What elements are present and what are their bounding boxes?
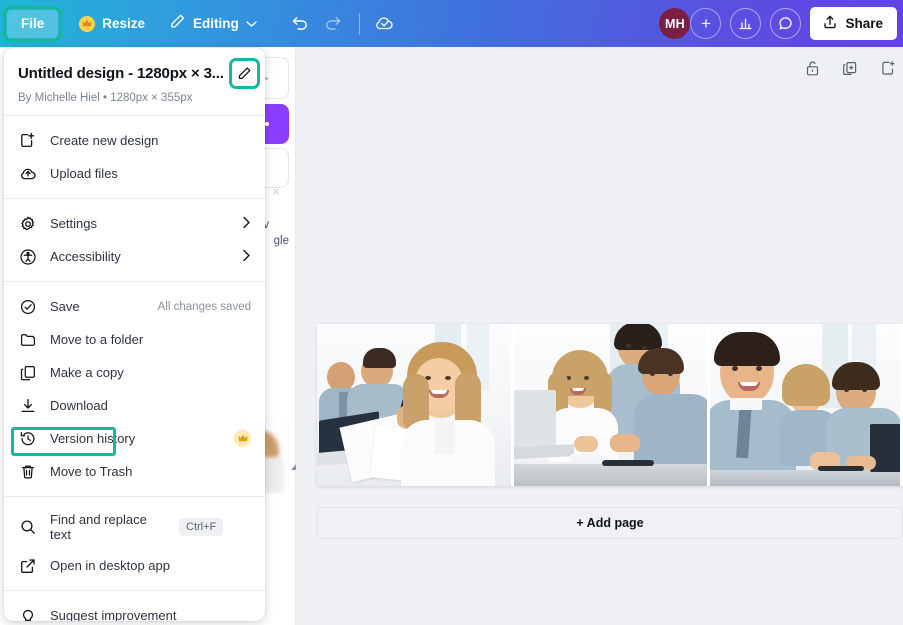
share-label: Share — [845, 16, 883, 31]
menu-item-label: Open in desktop app — [50, 558, 170, 573]
design-title: Untitled design - 1280px × 3... — [18, 65, 224, 82]
app-root: × v gle + Add page File Resize Editing M… — [0, 0, 903, 625]
design-page[interactable] — [317, 324, 903, 486]
toolbar-left-group: File Resize Editing — [0, 0, 401, 47]
menu-group-settings: Settings Accessibility — [4, 199, 265, 281]
menu-item-label: Upload files — [50, 166, 118, 181]
external-link-icon — [18, 557, 37, 575]
menu-item-download[interactable]: Download — [4, 389, 265, 422]
menu-item-accessibility[interactable]: Accessibility — [4, 240, 265, 273]
comments-button[interactable] — [770, 8, 802, 39]
menu-group-create: Create new design Upload files — [4, 116, 265, 198]
top-toolbar: File Resize Editing MH + Share — [0, 0, 903, 47]
gear-icon — [18, 215, 37, 233]
menu-item-label: Create new design — [50, 133, 159, 148]
chevron-down-icon — [246, 16, 257, 32]
menu-item-label: Suggest improvement — [50, 608, 177, 621]
menu-group-tools: Find and replace text Ctrl+F Open in des… — [4, 497, 265, 590]
pro-crown-icon — [234, 430, 251, 447]
menu-item-label: Move to a folder — [50, 332, 144, 347]
upload-cloud-icon — [18, 165, 37, 183]
pencil-icon — [169, 13, 186, 34]
menu-group-file-actions: Save All changes saved Move to a folder — [4, 282, 265, 496]
save-status: All changes saved — [157, 300, 251, 313]
menu-group-feedback: Suggest improvement — [4, 591, 265, 621]
menu-item-find-and-replace[interactable]: Find and replace text Ctrl+F — [4, 505, 265, 549]
toolbar-right-group: MH + Share — [659, 7, 903, 40]
menu-item-label: Accessibility — [50, 249, 121, 264]
editing-label: Editing — [193, 15, 239, 31]
lightbulb-icon — [18, 607, 37, 621]
history-icon — [18, 430, 37, 448]
unlock-icon[interactable] — [802, 58, 822, 78]
file-dropdown-menu: Untitled design - 1280px × 3... By Miche… — [4, 48, 265, 621]
menu-item-create-new-design[interactable]: Create new design — [4, 124, 265, 157]
cloud-check-icon — [18, 298, 37, 316]
add-page-button[interactable]: + Add page — [317, 507, 903, 539]
menu-item-label: Version history — [50, 431, 136, 446]
crown-icon — [79, 15, 96, 32]
search-icon — [18, 518, 37, 536]
menu-header: Untitled design - 1280px × 3... By Miche… — [4, 48, 265, 115]
menu-item-make-a-copy[interactable]: Make a copy — [4, 356, 265, 389]
new-design-icon — [18, 132, 37, 149]
design-subtitle: By Michelle Hiel • 1280px × 355px — [18, 92, 193, 104]
menu-item-move-to-folder[interactable]: Move to a folder — [4, 323, 265, 356]
canvas-area[interactable]: + Add page — [296, 47, 903, 625]
undo-button[interactable] — [284, 8, 316, 40]
edit-title-button[interactable] — [228, 58, 260, 89]
list-item[interactable] — [707, 324, 900, 486]
folder-icon — [18, 331, 37, 349]
list-item[interactable] — [511, 324, 707, 486]
chevron-right-icon — [242, 249, 251, 265]
insights-button[interactable] — [730, 8, 762, 39]
menu-item-settings[interactable]: Settings — [4, 207, 265, 240]
menu-item-label: Save — [50, 299, 80, 314]
menu-item-label: Move to Trash — [50, 464, 133, 479]
add-collaborator-button[interactable]: + — [690, 8, 722, 39]
toolbar-divider — [358, 12, 360, 35]
page-tools — [802, 58, 898, 78]
download-icon — [18, 397, 37, 415]
share-upload-icon — [822, 14, 838, 33]
menu-item-label: Make a copy — [50, 365, 124, 380]
menu-item-label: Find and replace text — [50, 512, 147, 542]
menu-item-label: Download — [50, 398, 108, 413]
menu-item-move-to-trash[interactable]: Move to Trash — [4, 455, 265, 488]
list-item[interactable] — [317, 324, 511, 486]
menu-item-save[interactable]: Save All changes saved — [4, 290, 265, 323]
panel-close-icon[interactable]: × — [272, 184, 280, 199]
menu-item-suggest-improvement[interactable]: Suggest improvement — [4, 599, 265, 621]
add-page-icon[interactable] — [878, 58, 898, 78]
panel-partial-text-bottom: gle — [273, 235, 289, 247]
trash-icon — [18, 463, 37, 481]
resize-button[interactable]: Resize — [68, 10, 156, 38]
redo-button[interactable] — [318, 8, 350, 40]
resize-label: Resize — [102, 15, 146, 31]
cloud-check-icon[interactable] — [369, 8, 401, 40]
avatar[interactable]: MH — [659, 8, 691, 39]
editing-mode-button[interactable]: Editing — [158, 7, 268, 40]
duplicate-page-icon[interactable] — [840, 58, 860, 78]
menu-item-label: Settings — [50, 216, 97, 231]
menu-item-version-history[interactable]: Version history — [4, 422, 265, 455]
chevron-right-icon — [242, 216, 251, 232]
file-menu-button[interactable]: File — [2, 5, 63, 42]
copy-icon — [18, 364, 37, 382]
shortcut-badge: Ctrl+F — [179, 518, 224, 536]
menu-item-upload-files[interactable]: Upload files — [4, 157, 265, 190]
share-button[interactable]: Share — [810, 7, 897, 40]
menu-item-open-in-desktop-app[interactable]: Open in desktop app — [4, 549, 265, 582]
accessibility-icon — [18, 248, 37, 266]
